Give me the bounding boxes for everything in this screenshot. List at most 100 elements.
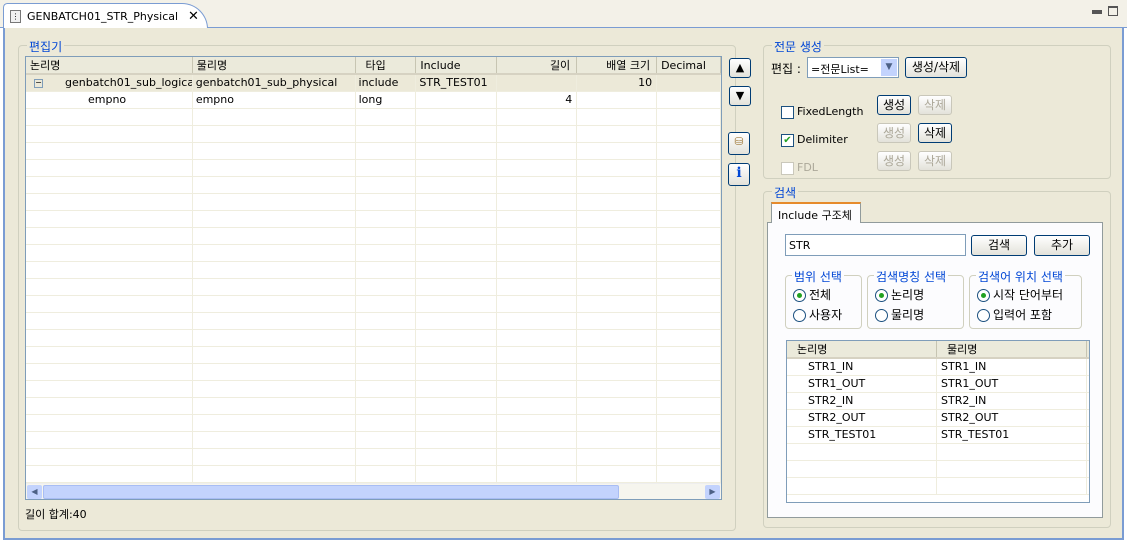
table-row[interactable] xyxy=(26,347,721,364)
table-row[interactable] xyxy=(26,296,721,313)
column-header[interactable]: 타입 xyxy=(356,57,417,73)
radio-option[interactable]: 사용자 xyxy=(793,306,842,323)
column-header[interactable]: 물리명 xyxy=(193,57,356,73)
table-row[interactable] xyxy=(26,109,721,126)
structure-button[interactable]: ⛁ xyxy=(728,132,750,155)
move-up-button[interactable]: ▲ xyxy=(729,58,751,78)
search-input[interactable] xyxy=(785,234,966,256)
table-row[interactable]: − genbatch01_sub_logical genbatch01_sub_ph… xyxy=(26,75,721,92)
table-row[interactable]: STR_TEST01 STR_TEST01 xyxy=(787,427,1089,444)
search-results-table[interactable]: 논리명 물리명 STR1_IN STR1_IN STR1_OUT STR1_OUT STR… xyxy=(786,340,1090,503)
add-button[interactable]: 추가 xyxy=(1034,235,1090,256)
cell-decimal xyxy=(657,432,721,448)
table-row[interactable] xyxy=(26,449,721,466)
info-button[interactable]: i xyxy=(728,163,750,186)
checkbox-label: FixedLength xyxy=(797,105,864,118)
cell-include xyxy=(416,415,498,431)
table-row[interactable] xyxy=(787,478,1089,495)
create-button[interactable]: 생성 xyxy=(877,123,911,143)
table-row[interactable] xyxy=(26,330,721,347)
table-row[interactable] xyxy=(26,143,721,160)
minimize-icon[interactable] xyxy=(1092,10,1102,14)
radio-button[interactable] xyxy=(875,289,888,302)
table-row[interactable]: empno empno long 4 xyxy=(26,92,721,109)
table-row[interactable] xyxy=(26,415,721,432)
scroll-thumb[interactable] xyxy=(43,485,619,499)
delete-button[interactable]: 삭제 xyxy=(918,151,952,171)
cell-type xyxy=(356,109,417,125)
radio-option[interactable]: 시작 단어부터 xyxy=(977,286,1063,303)
radio-button[interactable] xyxy=(793,309,806,322)
cell-include xyxy=(416,228,498,244)
table-row[interactable]: STR1_OUT STR1_OUT xyxy=(787,376,1089,393)
delete-button[interactable]: 삭제 xyxy=(918,123,952,143)
table-row[interactable]: STR2_IN STR2_IN xyxy=(787,393,1089,410)
table-row[interactable] xyxy=(26,279,721,296)
table-row[interactable] xyxy=(26,432,721,449)
cell-length xyxy=(497,143,578,159)
table-row[interactable] xyxy=(26,194,721,211)
column-header[interactable]: 길이 xyxy=(497,57,578,73)
chevron-down-icon[interactable]: ▼ xyxy=(881,59,897,76)
radio-option[interactable]: 논리명 xyxy=(875,286,924,303)
radio-option[interactable]: 전체 xyxy=(793,286,831,303)
table-row[interactable] xyxy=(787,444,1089,461)
search-button[interactable]: 검색 xyxy=(971,235,1027,256)
group-label: 전문 생성 xyxy=(772,38,824,55)
cell-array xyxy=(577,449,658,465)
close-icon[interactable]: ✕ xyxy=(188,9,199,24)
option-fdl[interactable]: FDL xyxy=(781,161,818,175)
radio-button[interactable] xyxy=(977,289,990,302)
table-row[interactable] xyxy=(26,160,721,177)
option-fixedlength[interactable]: FixedLength xyxy=(781,105,863,119)
cell-length xyxy=(497,211,578,227)
table-row[interactable] xyxy=(26,245,721,262)
create-button[interactable]: 생성 xyxy=(877,95,911,115)
cell-physical xyxy=(193,381,356,397)
collapse-icon[interactable]: − xyxy=(34,78,43,88)
move-down-button[interactable]: ▼ xyxy=(729,86,751,106)
scroll-left-button[interactable]: ◀ xyxy=(27,485,42,499)
table-row[interactable] xyxy=(26,177,721,194)
cell-type xyxy=(356,466,417,482)
delete-button[interactable]: 삭제 xyxy=(918,95,952,115)
checkbox[interactable]: ✔ xyxy=(781,133,794,147)
table-row[interactable]: STR1_IN STR1_IN xyxy=(787,359,1089,376)
edit-select[interactable]: =전문List= ▼ xyxy=(807,57,899,78)
table-row[interactable] xyxy=(26,262,721,279)
column-header[interactable]: 물리명 xyxy=(937,341,1087,357)
column-header[interactable]: Include xyxy=(416,57,498,73)
column-header[interactable]: 논리명 xyxy=(26,57,193,73)
radio-button[interactable] xyxy=(793,289,806,302)
cell-type xyxy=(356,211,417,227)
option-delimiter[interactable]: ✔ Delimiter xyxy=(781,133,848,147)
create-delete-button[interactable]: 생성/삭제 xyxy=(905,57,967,78)
radio-button[interactable] xyxy=(977,309,990,322)
column-header[interactable]: Decimal xyxy=(657,57,721,73)
table-row[interactable] xyxy=(26,211,721,228)
column-header[interactable]: 논리명 xyxy=(787,341,937,357)
scroll-right-button[interactable]: ▶ xyxy=(705,485,720,499)
table-row[interactable] xyxy=(26,228,721,245)
radio-option[interactable]: 물리명 xyxy=(875,306,924,323)
column-header[interactable]: 배열 크기 xyxy=(577,57,658,73)
table-row[interactable] xyxy=(26,398,721,415)
radio-option[interactable]: 입력어 포함 xyxy=(977,306,1052,323)
checkbox[interactable] xyxy=(781,161,794,175)
cell-logical xyxy=(26,381,193,397)
table-row[interactable] xyxy=(26,126,721,143)
table-row[interactable]: STR2_OUT STR2_OUT xyxy=(787,410,1089,427)
tab-include-structure[interactable]: Include 구조체 xyxy=(771,202,861,223)
radio-button[interactable] xyxy=(875,309,888,322)
checkbox[interactable] xyxy=(781,105,794,119)
editor-tab[interactable]: ⋮ GENBATCH01_STR_Physical ✕ xyxy=(3,3,208,29)
table-row[interactable] xyxy=(787,461,1089,478)
table-row[interactable] xyxy=(26,381,721,398)
editor-table[interactable]: 논리명 물리명 타입 Include 길이 배열 크기 Decimal − genbatch0… xyxy=(25,56,722,500)
create-button[interactable]: 생성 xyxy=(877,151,911,171)
maximize-icon[interactable] xyxy=(1108,6,1118,16)
horizontal-scrollbar[interactable]: ◀ ▶ xyxy=(26,483,721,499)
table-row[interactable] xyxy=(26,466,721,483)
table-row[interactable] xyxy=(26,364,721,381)
table-row[interactable] xyxy=(26,313,721,330)
